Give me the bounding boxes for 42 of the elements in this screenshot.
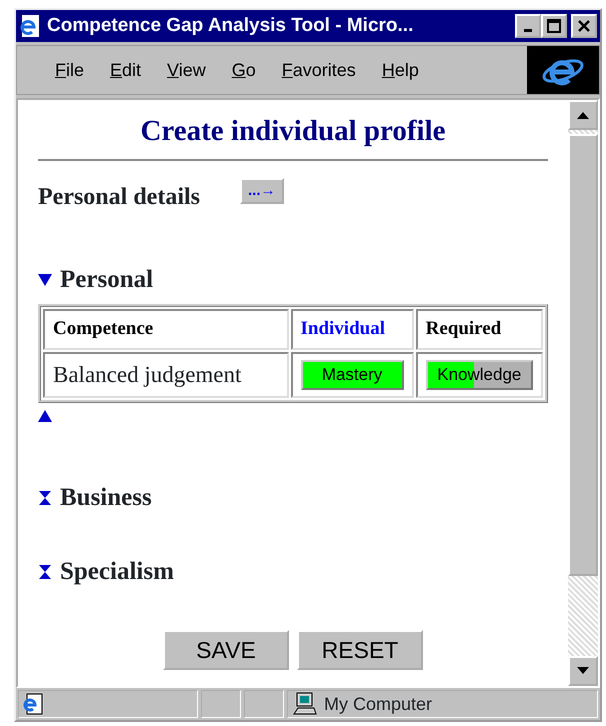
scroll-thumb[interactable] — [568, 134, 598, 576]
column-header: Competence — [43, 309, 288, 350]
menu-item[interactable]: File — [55, 56, 84, 84]
status-panel — [201, 690, 241, 718]
scrollbar[interactable] — [568, 100, 598, 686]
collapse-icon[interactable] — [38, 272, 52, 287]
close-button[interactable] — [571, 14, 597, 38]
form-button[interactable]: RESET — [297, 630, 423, 670]
section-title: Business — [60, 483, 152, 514]
section-label: Personal details — [38, 182, 200, 212]
expand-icon[interactable] — [38, 491, 52, 506]
column-header: Required — [416, 309, 543, 350]
menu-item[interactable]: View — [167, 56, 206, 84]
browser-icon — [19, 14, 41, 38]
minimize-button[interactable] — [515, 14, 541, 38]
zone-label: My Computer — [324, 692, 432, 716]
menu-item[interactable]: Edit — [110, 56, 142, 84]
scroll-up-button[interactable] — [568, 100, 598, 130]
up-arrow-icon — [577, 111, 589, 119]
expand-icon[interactable] — [38, 564, 52, 579]
maximize-button[interactable] — [541, 14, 567, 38]
page-icon — [23, 693, 43, 715]
section-title: Specialism — [60, 556, 174, 587]
down-arrow-icon — [577, 667, 589, 675]
form-button[interactable]: SAVE — [163, 630, 289, 670]
table-cell: Balanced judgement — [43, 352, 288, 398]
page-heading: Create individual profile — [139, 114, 447, 149]
minimize-icon — [524, 29, 532, 32]
menu-item[interactable]: Favorites — [282, 56, 356, 84]
scroll-down-button[interactable] — [568, 656, 598, 686]
menu-item[interactable]: Go — [232, 56, 256, 84]
computer-icon — [292, 692, 318, 716]
window-title: Competence Gap Analysis Tool - Micro... — [47, 14, 414, 38]
close-icon — [577, 19, 591, 33]
section-title: Personal — [60, 264, 154, 295]
column-header: Individual — [290, 309, 414, 350]
maximize-icon — [547, 19, 561, 33]
status-panel — [244, 690, 284, 718]
collapse-icon[interactable] — [38, 409, 52, 424]
details-button[interactable]: ...→ — [240, 178, 284, 204]
menu-item[interactable]: Help — [382, 56, 419, 84]
level-bar[interactable]: Mastery — [300, 360, 404, 390]
